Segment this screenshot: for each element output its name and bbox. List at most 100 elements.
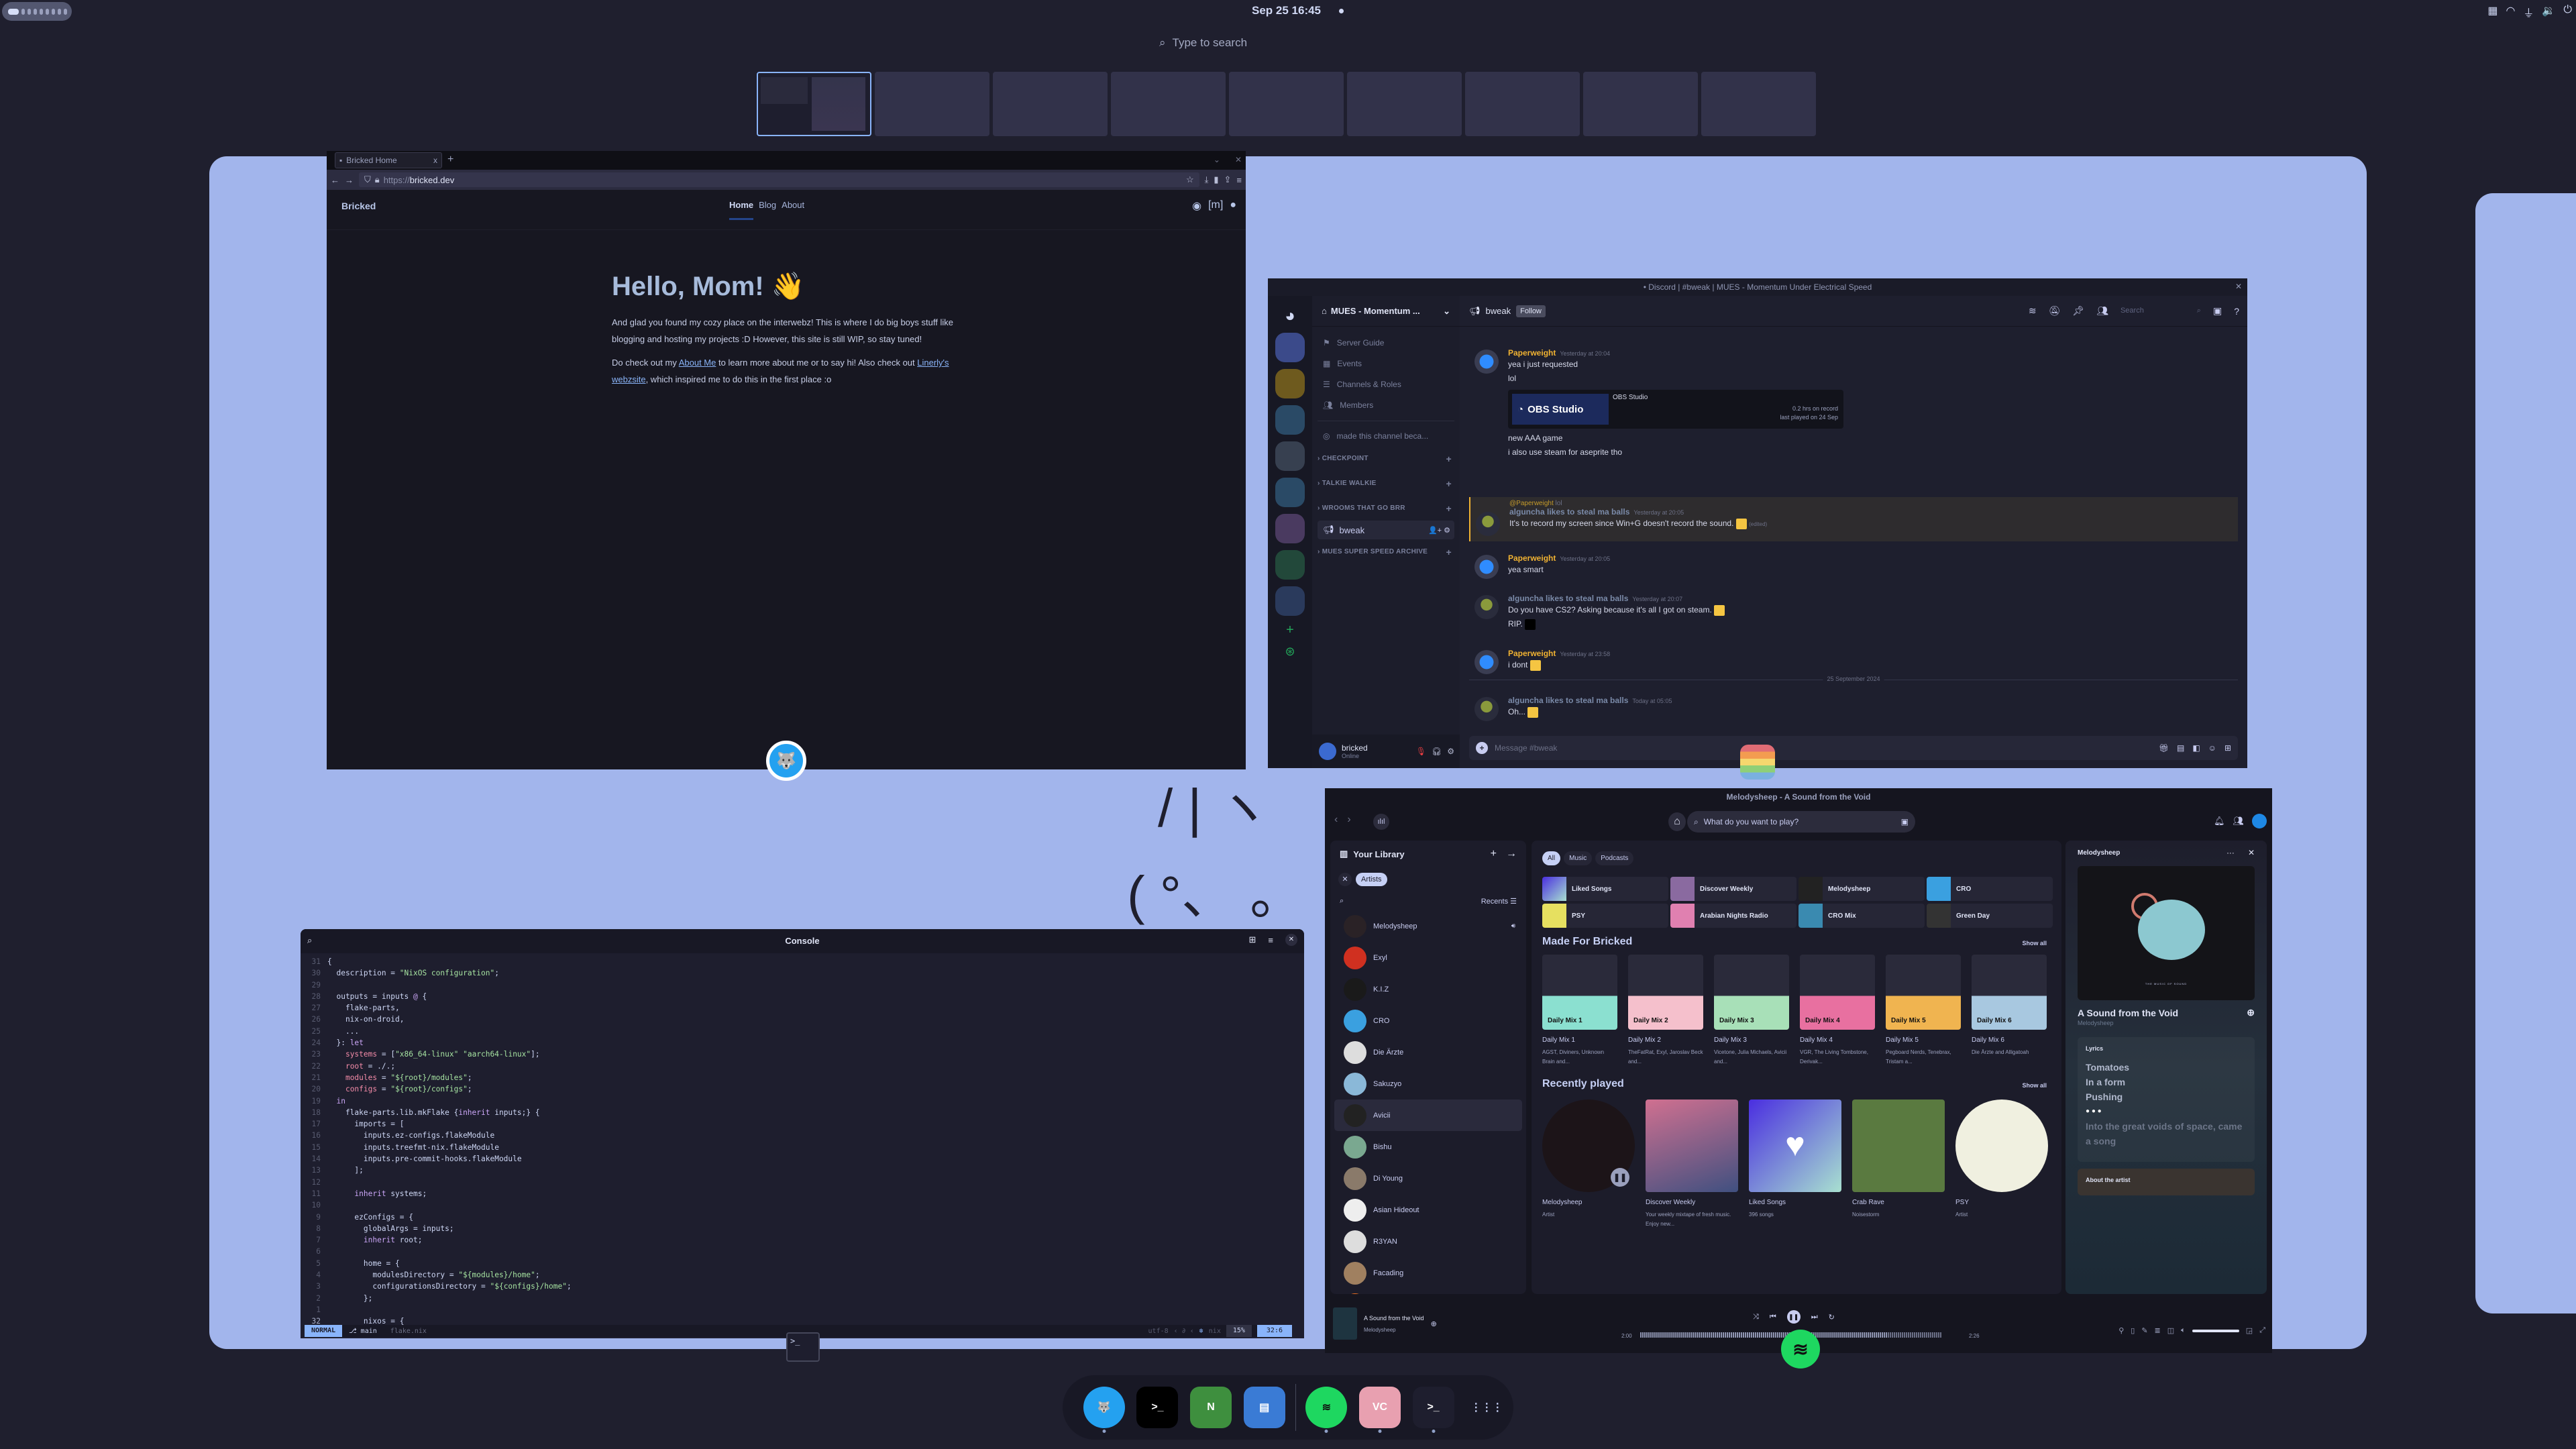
avatar[interactable] xyxy=(1474,595,1499,619)
shortcut-tile[interactable]: Liked Songs xyxy=(1542,877,1668,901)
section-title[interactable]: Recently played xyxy=(1542,1078,1624,1090)
dock-app-console[interactable]: >_ xyxy=(1407,1381,1460,1434)
volume-slider[interactable] xyxy=(2192,1329,2239,1332)
workspace-dot[interactable] xyxy=(64,8,67,15)
forward-icon[interactable]: → xyxy=(345,175,354,185)
repeat-icon[interactable]: ↻ xyxy=(1829,1313,1835,1322)
server-folder[interactable] xyxy=(1275,333,1305,362)
chevron-down-icon[interactable]: ⌄ xyxy=(1443,306,1450,317)
pin-icon[interactable]: 📌︎ xyxy=(2072,305,2084,317)
nav-channels-roles[interactable]: ☰ Channels & Roles xyxy=(1312,374,1460,394)
daily-mix-card[interactable]: Daily Mix 6 Daily Mix 6 Die Ärzte and Alli… xyxy=(1972,955,2047,1067)
wifi-icon[interactable]: ◠ xyxy=(2506,4,2515,20)
filter-all[interactable]: All xyxy=(1542,851,1561,865)
library-artist-item[interactable]: CRO xyxy=(1334,1005,1522,1036)
new-tab-icon[interactable]: ⊞ xyxy=(1249,934,1256,945)
search-input[interactable]: ⌕ What do you want to play? ▣ xyxy=(1687,811,1915,833)
workspace-dot[interactable] xyxy=(21,8,25,15)
workspace-thumbnail[interactable] xyxy=(1111,72,1226,136)
category-checkpoint[interactable]: › CHECKPOINT + xyxy=(1312,446,1460,471)
close-icon[interactable]: ✕ xyxy=(1285,934,1297,946)
message-author[interactable]: Paperweight xyxy=(1508,348,1556,358)
nav-events[interactable]: ▦ Events xyxy=(1312,353,1460,374)
daily-mix-card[interactable]: Daily Mix 5 Daily Mix 5 Pegboard Nerds, Te… xyxy=(1886,955,1961,1067)
apps-icon[interactable]: ⊞ xyxy=(2224,743,2231,753)
player-track-artist[interactable]: Melodysheep xyxy=(1364,1327,1424,1333)
nav-blog[interactable]: Blog xyxy=(759,200,776,220)
power-icon[interactable]: ⏻ xyxy=(2563,4,2572,20)
daily-mix-card[interactable]: Daily Mix 3 Daily Mix 3 Vicetone, Julia Mi… xyxy=(1714,955,1789,1067)
library-artist-item[interactable]: Exyl xyxy=(1334,942,1522,973)
avatar[interactable] xyxy=(1474,350,1499,374)
avatar[interactable] xyxy=(2252,814,2267,828)
library-artist-item[interactable]: R3YAN xyxy=(1334,1226,1522,1257)
avatar[interactable] xyxy=(1319,743,1336,760)
shortcut-tile[interactable]: Discover Weekly xyxy=(1670,877,1796,901)
server-folder[interactable] xyxy=(1275,441,1305,471)
panel-title[interactable]: Melodysheep xyxy=(2078,849,2120,857)
workspace-dot[interactable] xyxy=(40,8,43,15)
vesktop-window-icon[interactable] xyxy=(1740,745,1775,780)
workspace-dot[interactable] xyxy=(34,8,37,15)
shield-icon[interactable]: ⛉ xyxy=(364,174,371,185)
steam-embed[interactable]: ◔ OBS Studio OBS Studio 0.2 hrs on record… xyxy=(1508,390,1843,429)
section-title[interactable]: Made For Bricked xyxy=(1542,936,1632,948)
headphones-icon[interactable]: 🎧︎ xyxy=(1432,747,1442,756)
workspace-thumbnail-active[interactable] xyxy=(757,72,871,136)
emoji-picker-icon[interactable]: ☺ xyxy=(2208,743,2216,753)
recent-card[interactable]: ❚❚ Melodysheep Artist xyxy=(1542,1099,1635,1229)
nav-home[interactable]: Home xyxy=(729,200,754,220)
library-artist-item[interactable]: Melodysheep 🔊︎ xyxy=(1334,910,1522,942)
filter-chip-artists[interactable]: Artists xyxy=(1356,873,1387,886)
next-workspace-preview[interactable] xyxy=(2475,193,2576,1313)
channel-bweak[interactable]: 📢︎ bweak 👤+ ⚙ xyxy=(1318,521,1454,539)
back-icon[interactable]: ← xyxy=(331,175,339,185)
more-icon[interactable]: ··· xyxy=(2226,848,2235,857)
member-list-icon[interactable]: 👥︎ xyxy=(2096,305,2108,317)
search-icon[interactable]: ⌕ xyxy=(1340,897,1344,906)
settings-icon[interactable]: ⚙ xyxy=(1447,747,1454,756)
fullscreen-icon[interactable]: ⤢ xyxy=(2259,1326,2265,1335)
daily-mix-card[interactable]: Daily Mix 2 Daily Mix 2 TheFatRat, Exyl, J… xyxy=(1628,955,1703,1067)
reply-reference[interactable]: @Paperweight lol xyxy=(1509,500,2238,507)
server-folder[interactable] xyxy=(1275,586,1305,616)
dock-app-vesktop[interactable]: VC xyxy=(1353,1381,1407,1434)
library-artist-item[interactable]: The Living Tombstone xyxy=(1334,1289,1522,1294)
server-folder[interactable] xyxy=(1275,369,1305,398)
search-input[interactable]: Search ⌕ xyxy=(2121,307,2201,315)
server-folder[interactable] xyxy=(1275,405,1305,435)
matrix-icon[interactable]: [m] xyxy=(1208,199,1223,213)
category-talkie-walkie[interactable]: › TALKIE WALKIE + xyxy=(1312,471,1460,496)
workspace-thumbnail[interactable] xyxy=(1347,72,1462,136)
friends-icon[interactable]: 👥︎ xyxy=(2233,816,2244,826)
message-author[interactable]: alguncha likes to steal ma balls xyxy=(1509,507,1629,517)
menu-icon[interactable]: ≡ xyxy=(1236,175,1242,185)
daily-mix-card[interactable]: Daily Mix 1 Daily Mix 1 AGST, Diviners, Un… xyxy=(1542,955,1617,1067)
close-icon[interactable]: ✕ xyxy=(2248,848,2255,857)
librewolf-window-icon[interactable]: 🐺 xyxy=(766,741,806,781)
about-me-link[interactable]: About Me xyxy=(679,358,716,368)
dock-app-neovim[interactable]: N xyxy=(1184,1381,1238,1434)
new-tab-button[interactable]: + xyxy=(447,154,453,166)
nav-server-guide[interactable]: ⚑ Server Guide xyxy=(1312,332,1460,353)
avatar[interactable] xyxy=(1474,650,1499,674)
notifications-icon[interactable]: 🔔︎ xyxy=(2214,816,2225,826)
player-track-title[interactable]: A Sound from the Void xyxy=(1364,1315,1424,1322)
sort-button[interactable]: Recents ☰ xyxy=(1481,897,1517,906)
terminal-window-icon[interactable]: >_ xyxy=(786,1332,820,1362)
friend-activity-icon[interactable]: ılıl xyxy=(1373,814,1389,830)
sticker-icon[interactable]: ◧ xyxy=(2192,743,2200,753)
mic-icon[interactable]: ✎ xyxy=(2141,1326,2147,1335)
workspace-dot[interactable] xyxy=(28,8,31,15)
show-all-link[interactable]: Show all xyxy=(2022,1082,2047,1089)
add-server-icon[interactable]: + xyxy=(1286,623,1294,638)
library-artist-item[interactable]: Facading xyxy=(1334,1257,1522,1289)
discord-home-icon[interactable]: ◕ xyxy=(1285,305,1295,326)
dock-app-kitty[interactable]: >_ xyxy=(1131,1381,1185,1434)
inbox-icon[interactable]: ▣ xyxy=(2213,305,2222,317)
shortcut-tile[interactable]: Arabian Nights Radio xyxy=(1670,904,1796,928)
close-window-icon[interactable]: ✕ xyxy=(2235,282,2242,291)
recent-card[interactable]: ♥ Liked Songs 396 songs xyxy=(1749,1099,1841,1229)
avatar[interactable] xyxy=(1474,555,1499,579)
filter-music[interactable]: Music xyxy=(1564,851,1593,865)
